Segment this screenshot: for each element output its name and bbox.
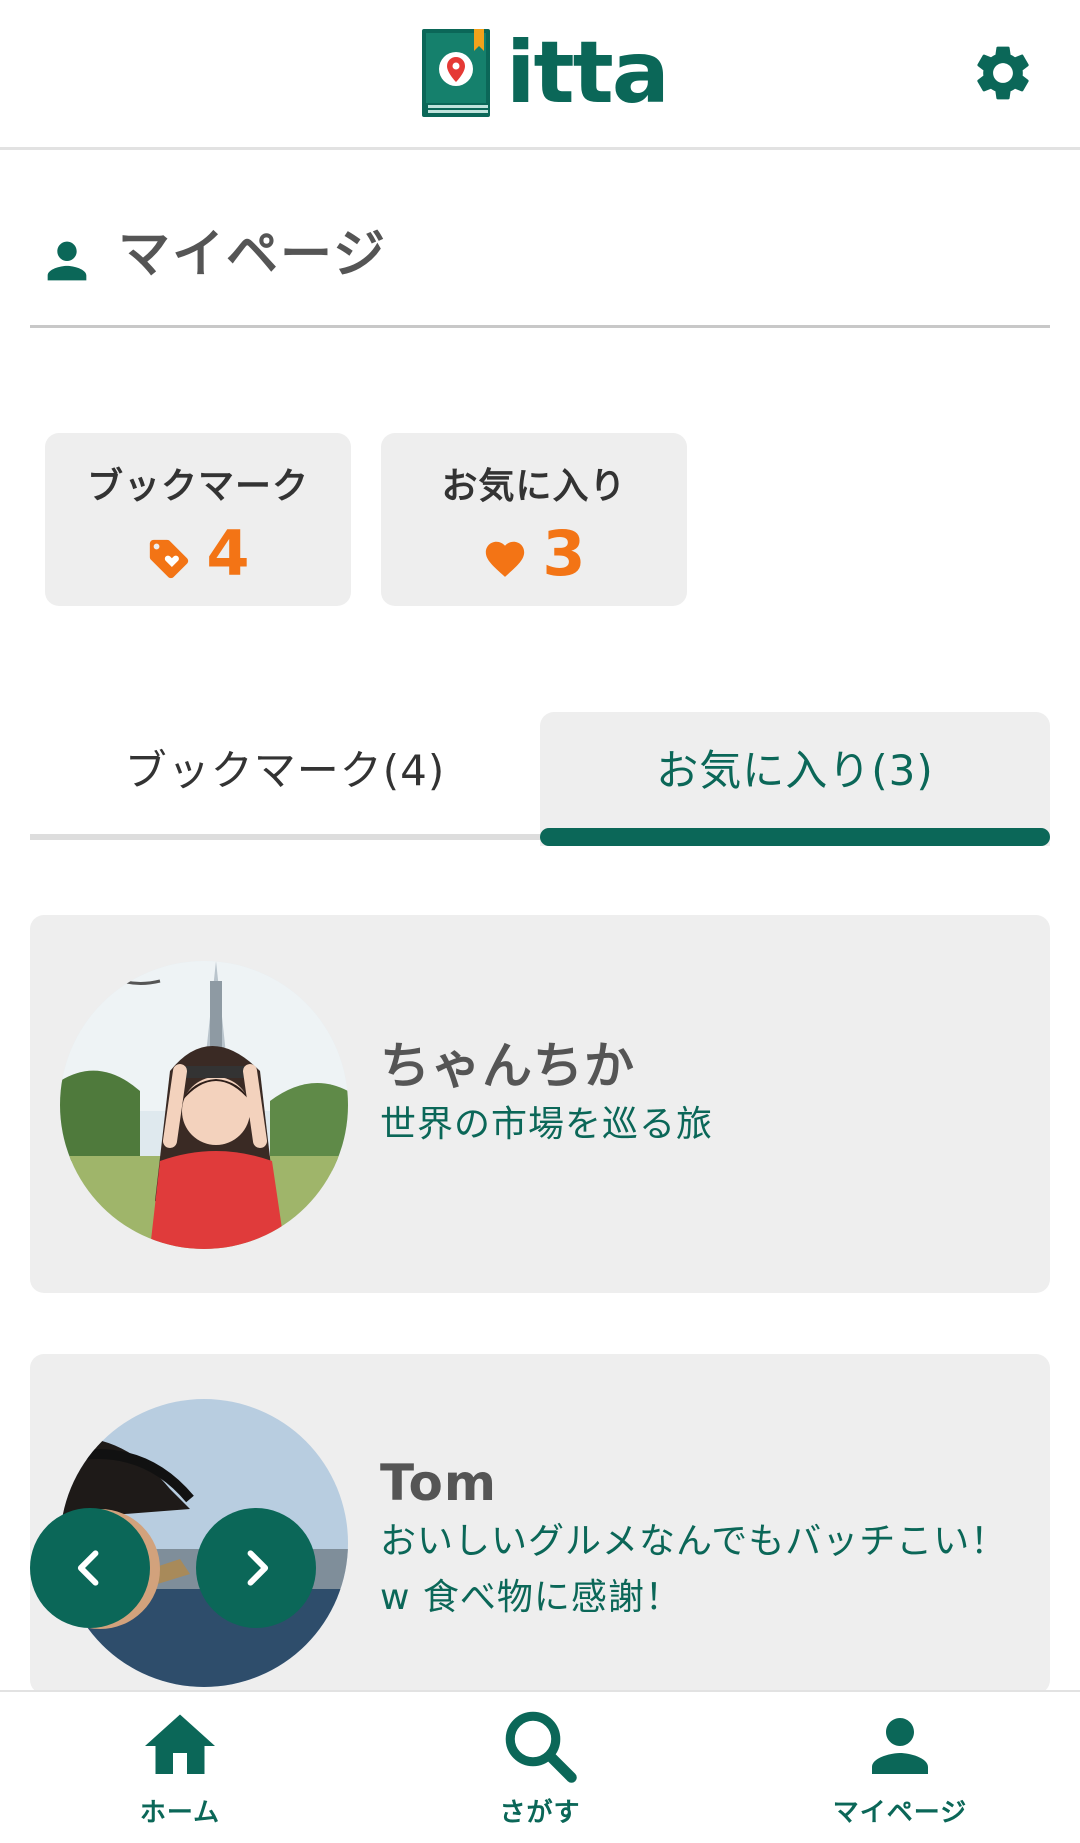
favorite-stat-card[interactable]: お気に入り 3 <box>381 433 687 606</box>
home-icon <box>145 1714 215 1774</box>
search-icon <box>505 1711 577 1783</box>
carousel-next-button[interactable] <box>196 1508 316 1628</box>
bookmark-count: 4 <box>206 517 250 590</box>
user-info: Tom おいしいグルメなんでもバッチこい！w 食べ物に感謝！ <box>380 1452 1030 1626</box>
avatar-photo <box>60 961 348 1249</box>
nav-search-label: さがす <box>499 1798 581 1828</box>
favorite-count: 3 <box>542 517 586 590</box>
bookmark-stat-label: ブックマーク <box>86 466 309 507</box>
favorite-stat-row: 3 <box>381 519 687 589</box>
logo-wordmark: itta <box>506 23 670 123</box>
tab-favorites-label: お気に入り(3) <box>656 746 934 795</box>
nav-home[interactable]: ホーム <box>70 1692 290 1843</box>
bottom-navigation: ホーム さがす マイページ <box>0 1690 1080 1843</box>
gear-icon[interactable] <box>970 40 1036 106</box>
mypage-tabs: ブックマーク(4) お気に入り(3) <box>30 712 1050 846</box>
user-name: Tom <box>380 1454 497 1512</box>
user-name: ちゃんちか <box>380 1037 635 1095</box>
nav-mypage[interactable]: マイページ <box>790 1692 1010 1843</box>
user-description: 世界の市場を巡る旅 <box>380 1104 714 1145</box>
tab-divider <box>30 834 540 840</box>
person-icon <box>47 241 87 281</box>
nav-search[interactable]: さがす <box>430 1692 650 1843</box>
user-info: ちゃんちか 世界の市場を巡る旅 <box>380 1035 1030 1153</box>
tab-bookmarks-label: ブックマーク(4) <box>124 746 446 795</box>
user-card[interactable]: ちゃんちか 世界の市場を巡る旅 <box>30 915 1050 1293</box>
tab-favorites[interactable]: お気に入り(3) <box>540 712 1050 846</box>
chevron-left-icon <box>77 1550 99 1586</box>
heart-icon <box>486 541 525 577</box>
tag-icon <box>150 539 189 579</box>
tab-bookmarks[interactable]: ブックマーク(4) <box>30 712 540 846</box>
nav-home-label: ホーム <box>139 1798 221 1828</box>
page-title-text: マイページ <box>118 225 387 285</box>
active-tab-indicator <box>540 828 1050 846</box>
page-title: マイページ <box>30 220 1050 328</box>
user-description: おいしいグルメなんでもバッチこい！w 食べ物に感謝！ <box>380 1521 1008 1618</box>
avatar <box>60 961 348 1249</box>
carousel-prev-button[interactable] <box>30 1508 150 1628</box>
bookmark-stat-card[interactable]: ブックマーク 4 <box>45 433 351 606</box>
itta-logo[interactable]: itta <box>422 23 670 123</box>
app-header: itta <box>0 0 1080 150</box>
user-card[interactable]: Tom おいしいグルメなんでもバッチこい！w 食べ物に感謝！ <box>30 1354 1050 1694</box>
bookmark-stat-row: 4 <box>45 519 351 589</box>
nav-mypage-label: マイページ <box>832 1798 968 1828</box>
chevron-right-icon <box>247 1550 269 1586</box>
book-pin-icon <box>422 29 490 117</box>
person-icon <box>872 1718 928 1774</box>
favorite-stat-label: お気に入り <box>441 466 627 507</box>
